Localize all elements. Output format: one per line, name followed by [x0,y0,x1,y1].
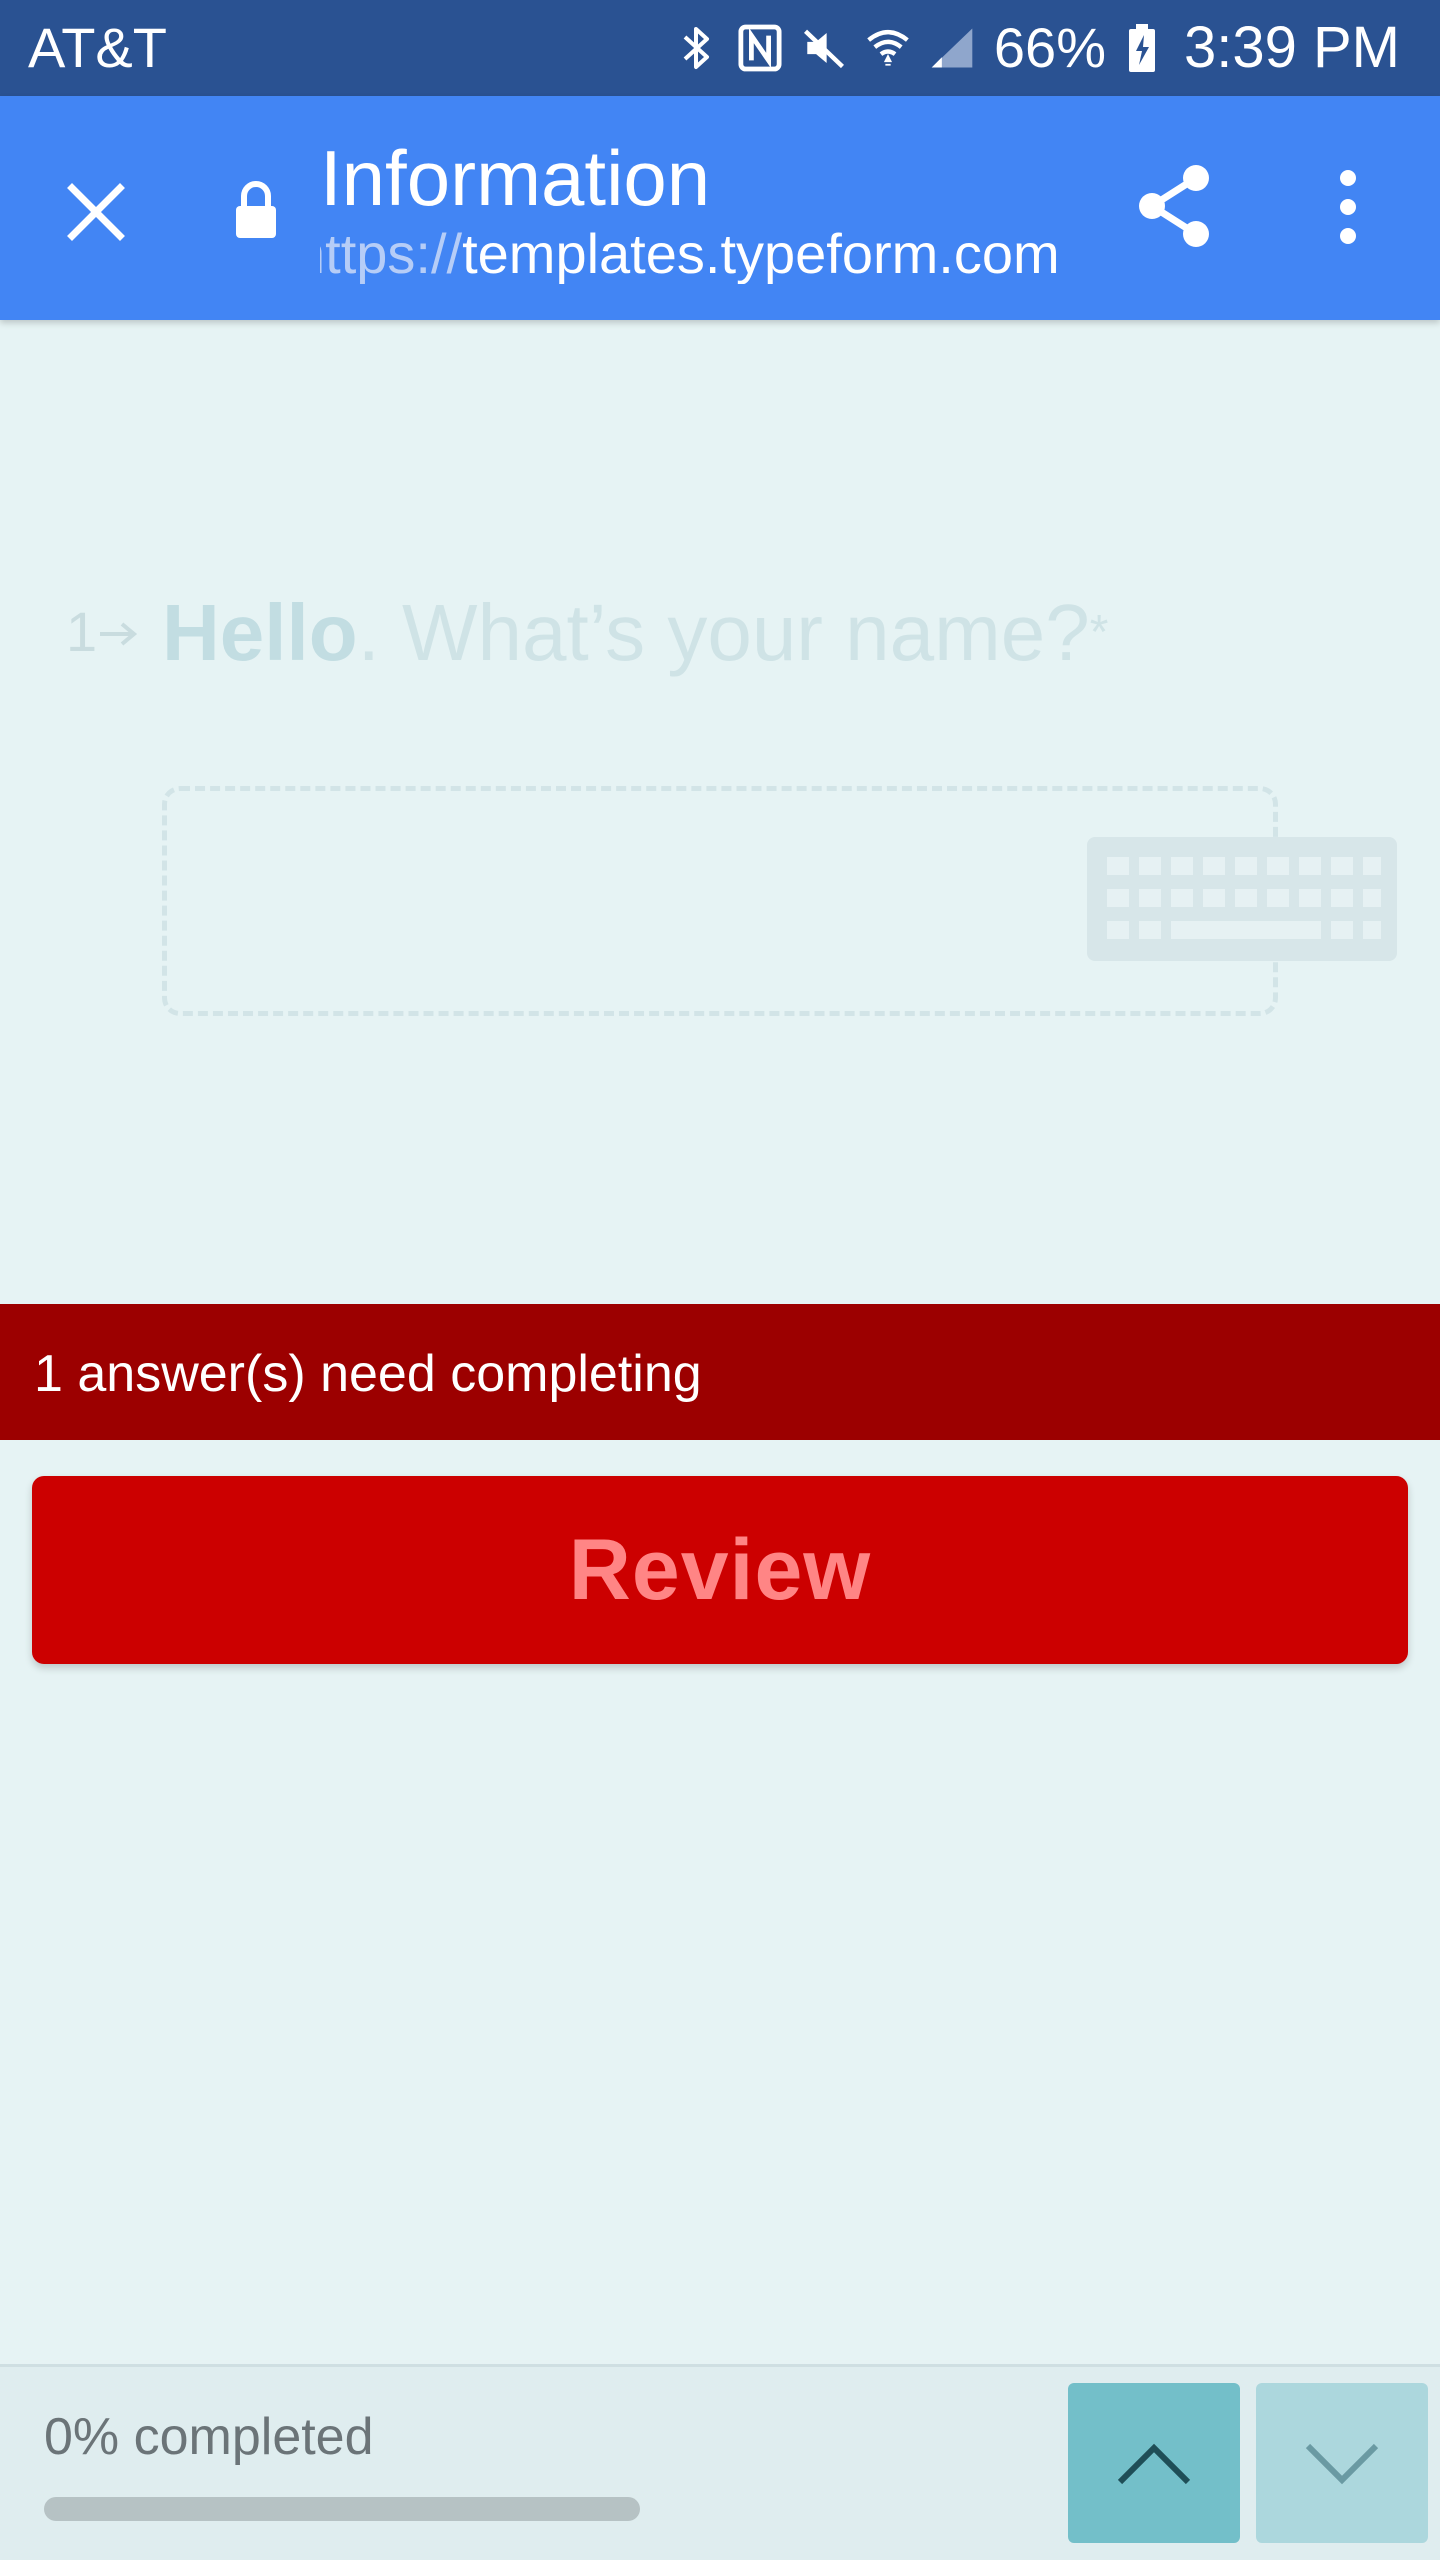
previous-question-button[interactable] [1068,2383,1240,2543]
bluetooth-icon [674,22,718,74]
battery-charging-icon [1126,22,1158,74]
error-banner: 1 answer(s) need completing [0,1304,1440,1440]
signal-icon [930,22,974,74]
review-button[interactable]: Review [32,1476,1408,1664]
mute-icon [802,22,846,74]
status-bar: AT&T 66% 3:39 PM [0,0,1440,96]
chevron-up-icon [1117,2443,1191,2485]
progress-label: 0% completed [44,2408,374,2466]
question-number: 1 [66,600,98,663]
progress-footer: 0% completed [0,2364,1440,2560]
next-question-button[interactable] [1256,2383,1428,2543]
status-icons: 66% 3:39 PM [674,14,1400,82]
lock-icon [232,178,280,242]
url-bar[interactable]: https://templates.typeform.com [320,224,1060,284]
question-text-bold: Hello [162,588,358,677]
chevron-down-icon [1305,2443,1379,2485]
question-text: Hello. What’s your name?* [162,588,1108,678]
review-button-label: Review [568,1521,872,1618]
page-title: Information [320,134,711,222]
share-icon[interactable] [1130,162,1220,252]
answer-field[interactable] [162,786,1397,1016]
keyboard-icon [1087,837,1397,961]
url-host: templates.typeform.com [462,224,1060,284]
arrow-right-icon [100,622,138,646]
question-block: 1 Hello. What’s your name?* [66,580,1266,680]
progress-bar [44,2497,640,2521]
battery-percent: 66% [993,16,1106,79]
question-text-rest: . What’s your name? [357,588,1090,677]
error-message: 1 answer(s) need completing [34,1345,702,1403]
close-icon[interactable] [56,172,136,252]
url-scheme: https:// [320,224,463,284]
more-vert-icon[interactable] [1320,162,1376,252]
required-mark: * [1089,606,1109,659]
nfc-icon [738,22,782,74]
clock: 3:39 PM [1184,15,1400,80]
browser-toolbar: Information https://templates.typeform.c… [0,96,1440,320]
carrier-label: AT&T [28,16,167,79]
wifi-icon [866,22,910,74]
